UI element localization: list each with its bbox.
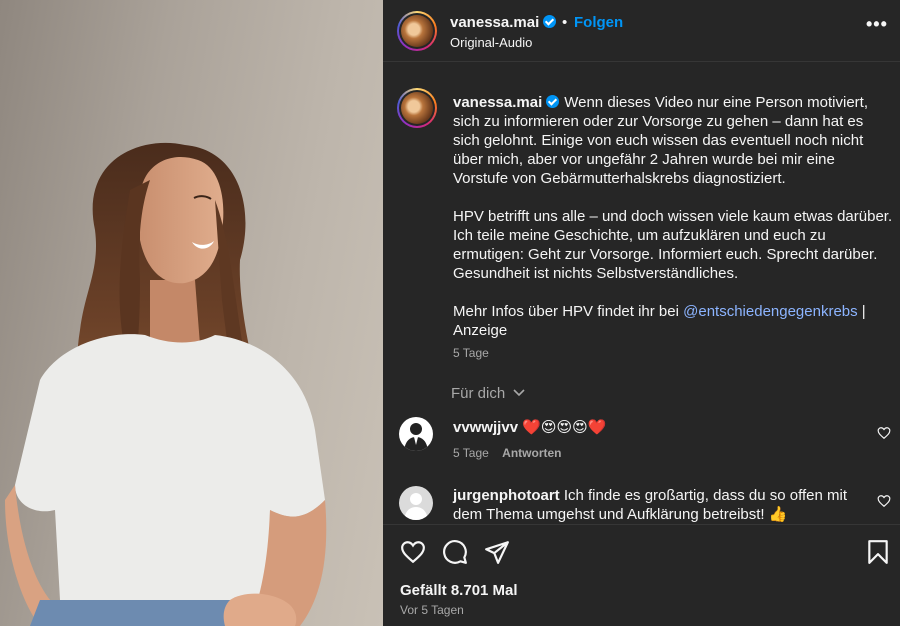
comment-username[interactable]: jurgenphotoart xyxy=(453,487,560,504)
verified-badge-icon xyxy=(543,15,557,28)
save-bookmark-icon[interactable] xyxy=(867,539,889,565)
comment-bubble-icon[interactable] xyxy=(442,539,468,565)
comment-like-heart-icon[interactable] xyxy=(877,426,891,440)
caption-paragraph-2: HPV betrifft uns alle – und doch wissen … xyxy=(453,208,893,282)
reply-button[interactable]: Antworten xyxy=(502,446,561,460)
comment-text: vvwwjjvv ❤️😍😍😍❤️ xyxy=(453,419,607,436)
share-send-icon[interactable] xyxy=(484,539,510,565)
comment-meta: 5 Tage Antworten xyxy=(453,446,562,460)
comment-text: jurgenphotoart Ich finde es großartig, d… xyxy=(453,487,848,523)
commenter-avatar[interactable] xyxy=(399,486,433,520)
post-header: vanessa.mai • Folgen Original-Audio ••• xyxy=(383,0,900,62)
post-actions-bar: Gefällt 8.701 Mal Vor 5 Tagen xyxy=(383,524,900,626)
verified-badge-icon xyxy=(546,95,560,108)
like-count[interactable]: Gefällt 8.701 Mal xyxy=(400,582,518,599)
caption-age: 5 Tage xyxy=(453,346,489,360)
post-detail-panel: vanessa.mai • Folgen Original-Audio ••• … xyxy=(383,0,900,626)
comment-like-heart-icon[interactable] xyxy=(877,494,891,508)
caption-author-avatar[interactable] xyxy=(397,88,437,128)
chevron-down-icon xyxy=(513,389,525,397)
post-date: Vor 5 Tagen xyxy=(400,603,464,617)
mention-link[interactable]: @entschiedengegenkrebs xyxy=(683,303,858,320)
comment-username[interactable]: vvwwjjvv xyxy=(453,419,518,436)
separator-dot: • xyxy=(562,14,568,31)
comment-sort-dropdown[interactable]: Für dich xyxy=(451,385,525,402)
post-caption: vanessa.mai Wenn dieses Video nur eine Pe… xyxy=(453,94,893,339)
author-username[interactable]: vanessa.mai xyxy=(450,14,557,31)
caption-username[interactable]: vanessa.mai xyxy=(453,94,542,111)
person-silhouette-icon xyxy=(404,423,428,451)
like-heart-icon[interactable] xyxy=(400,539,426,565)
audio-link[interactable]: Original-Audio xyxy=(450,35,532,50)
video-frame-illustration xyxy=(5,142,327,626)
follow-button[interactable]: Folgen xyxy=(574,14,623,31)
post-media[interactable] xyxy=(0,0,383,626)
more-options-icon[interactable]: ••• xyxy=(866,14,888,35)
commenter-avatar[interactable] xyxy=(399,417,433,451)
default-avatar-icon xyxy=(404,493,428,520)
author-avatar[interactable] xyxy=(397,11,437,51)
